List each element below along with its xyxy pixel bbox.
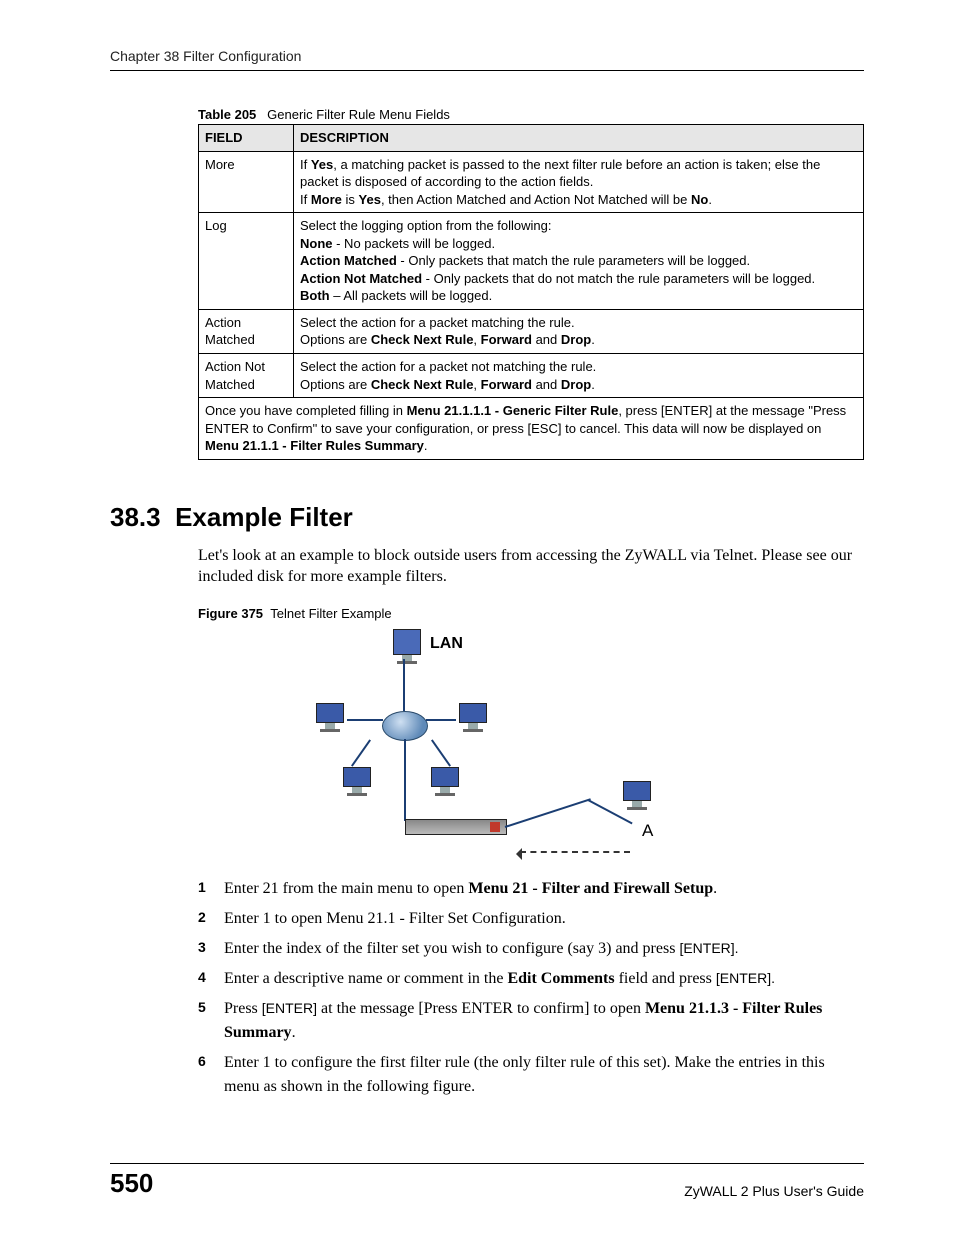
guide-title: ZyWALL 2 Plus User's Guide [684, 1183, 864, 1199]
pc-icon [620, 781, 654, 811]
network-line [426, 719, 456, 721]
table-caption-title: Generic Filter Rule Menu Fields [267, 107, 450, 122]
list-item: Enter a descriptive name or comment in t… [198, 967, 864, 991]
th-description: DESCRIPTION [294, 125, 864, 152]
figure-caption-title: Telnet Filter Example [270, 606, 391, 621]
running-header: Chapter 38 Filter Configuration [110, 48, 864, 71]
table-caption-number: Table 205 [198, 107, 256, 122]
network-line [347, 719, 383, 721]
list-item: Press [ENTER] at the message [Press ENTE… [198, 997, 864, 1045]
steps-list: Enter 21 from the main menu to open Menu… [198, 877, 864, 1099]
a-label: A [642, 821, 653, 841]
pc-icon [313, 703, 347, 733]
table-row: Log Select the logging option from the f… [199, 213, 864, 310]
cell-field: Log [199, 213, 294, 310]
th-field: FIELD [199, 125, 294, 152]
list-item: Enter 21 from the main menu to open Menu… [198, 877, 864, 901]
cell-description: If Yes, a matching packet is passed to t… [294, 151, 864, 213]
figure-caption-number: Figure 375 [198, 606, 263, 621]
generic-filter-table: FIELD DESCRIPTION More If Yes, a matchin… [198, 124, 864, 460]
network-line [404, 739, 406, 821]
table-row: Action Not Matched Select the action for… [199, 354, 864, 398]
pc-icon [428, 767, 462, 797]
list-item: Enter 1 to open Menu 21.1 - Filter Set C… [198, 907, 864, 931]
pc-icon [456, 703, 490, 733]
cell-field: Action Matched [199, 309, 294, 353]
telnet-filter-diagram: LAN A [290, 629, 670, 869]
server-icon [390, 629, 424, 659]
cell-description: Select the action for a packet matching … [294, 309, 864, 353]
network-line [351, 739, 371, 766]
table-footer-note: Once you have completed filling in Menu … [199, 398, 864, 460]
cell-description: Select the action for a packet not match… [294, 354, 864, 398]
table-footer-row: Once you have completed filling in Menu … [199, 398, 864, 460]
table-row: Action Matched Select the action for a p… [199, 309, 864, 353]
dashed-arrow-icon [520, 851, 630, 853]
pc-icon [340, 767, 374, 797]
section-intro: Let's look at an example to block outsid… [198, 545, 864, 588]
cell-description: Select the logging option from the follo… [294, 213, 864, 310]
cell-field: Action Not Matched [199, 354, 294, 398]
network-line [505, 798, 591, 828]
section-heading: 38.3 Example Filter [110, 502, 864, 533]
section-number: 38.3 [110, 502, 161, 532]
cell-field: More [199, 151, 294, 213]
list-item: Enter the index of the filter set you wi… [198, 937, 864, 961]
page-footer: 550 ZyWALL 2 Plus User's Guide [110, 1163, 864, 1199]
firewall-icon [405, 819, 507, 835]
hub-icon [382, 711, 428, 741]
section-title: Example Filter [175, 502, 353, 532]
figure-caption: Figure 375 Telnet Filter Example [198, 606, 864, 621]
table-caption: Table 205 Generic Filter Rule Menu Field… [198, 107, 864, 122]
network-line [403, 659, 405, 711]
network-line [431, 739, 451, 766]
list-item: Enter 1 to configure the first filter ru… [198, 1051, 864, 1099]
page-number: 550 [110, 1168, 153, 1199]
table-row: More If Yes, a matching packet is passed… [199, 151, 864, 213]
lan-label: LAN [430, 635, 463, 653]
